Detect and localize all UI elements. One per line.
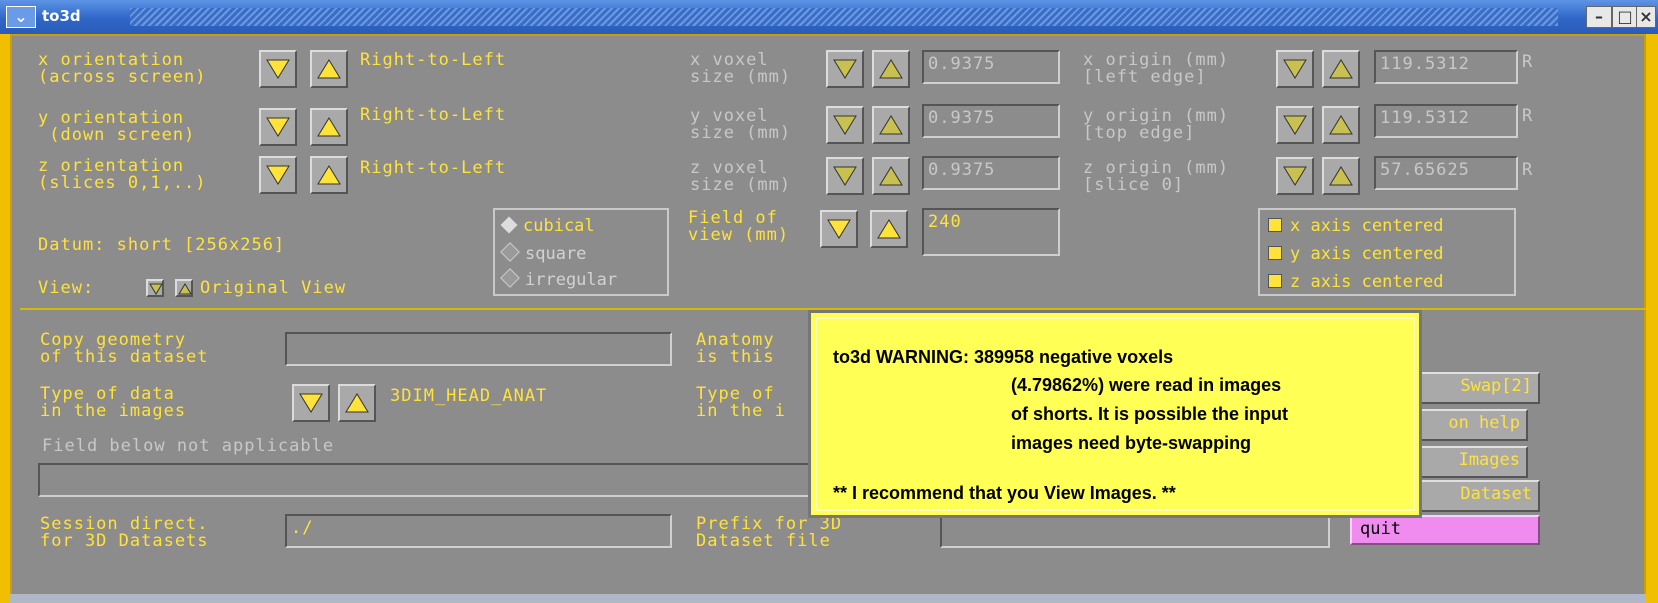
axis-centered-group: x axis centered y axis centered z axis c… [1258, 208, 1516, 296]
fov-label: Field of view (mm) [688, 208, 790, 245]
type-of-data-down-button[interactable] [292, 384, 330, 422]
warning-line-3: of shorts. It is possible the input [1011, 404, 1289, 424]
view-label: View: [38, 278, 95, 298]
z-origin-label: z origin (mm) [slice 0] [1083, 158, 1230, 195]
z-axis-centered-checkbox[interactable]: z axis centered [1268, 272, 1444, 292]
z-orientation-up-button[interactable] [310, 156, 348, 194]
warning-popup[interactable]: to3d WARNING: 389958 negative voxels (4.… [808, 310, 1422, 518]
warning-recommendation: ** I recommend that you View Images. ** [833, 483, 1176, 503]
x-origin-field[interactable]: 119.5312 [1374, 50, 1518, 84]
y-origin-down-button[interactable] [1276, 106, 1314, 144]
radio-irregular[interactable]: irregular [500, 268, 617, 290]
y-orientation-value: Right-to-Left [360, 105, 507, 125]
z-orientation-down-button[interactable] [259, 156, 297, 194]
x-voxel-up-button[interactable] [872, 50, 910, 88]
to3d-window: ⌄ to3d – □ × x orientation (across scree… [0, 0, 1658, 603]
fov-up-button[interactable] [870, 210, 908, 248]
datum-label: Datum: short [256x256] [38, 235, 286, 255]
bottom-bar [10, 594, 1646, 603]
y-voxel-label: y voxel size (mm) [690, 106, 792, 143]
y-origin-dir: R [1522, 106, 1534, 126]
checkbox-checked-icon [1268, 218, 1282, 232]
checkbox-checked-icon [1268, 246, 1282, 260]
copy-geometry-label: Copy geometry of this dataset [40, 330, 209, 367]
x-origin-down-button[interactable] [1276, 50, 1314, 88]
anatomy-label: Anatomy is this [696, 330, 775, 367]
radio-unselected-icon [500, 268, 520, 288]
prefix-field[interactable] [940, 514, 1330, 548]
radio-unselected-icon [500, 242, 520, 262]
fov-down-button[interactable] [820, 210, 858, 248]
session-label: Session direct. for 3D Datasets [40, 514, 209, 551]
y-origin-up-button[interactable] [1322, 106, 1360, 144]
close-icon[interactable]: × [1636, 6, 1656, 28]
type-of-data-label: Type of data in the images [40, 384, 187, 421]
voxel-shape-radio-group: cubical square irregular [493, 208, 669, 296]
y-voxel-field[interactable]: 0.9375 [922, 104, 1060, 138]
warning-line-2: (4.79862%) were read in images [1011, 375, 1282, 395]
fov-field[interactable]: 240 [922, 208, 1060, 256]
x-axis-centered-checkbox[interactable]: x axis centered [1268, 216, 1444, 236]
warning-line-4: images need byte-swapping [1011, 433, 1252, 453]
y-orientation-up-button[interactable] [310, 108, 348, 146]
x-origin-dir: R [1522, 52, 1534, 72]
field-not-applicable-note: Field below not applicable [42, 436, 335, 456]
warning-line-1: to3d WARNING: 389958 negative voxels [833, 347, 1174, 367]
y-axis-centered-checkbox[interactable]: y axis centered [1268, 244, 1444, 264]
z-voxel-down-button[interactable] [826, 157, 864, 195]
radio-square[interactable]: square [500, 242, 586, 264]
y-orientation-down-button[interactable] [259, 108, 297, 146]
z-origin-up-button[interactable] [1322, 157, 1360, 195]
x-voxel-field[interactable]: 0.9375 [922, 50, 1060, 84]
x-orientation-label: x orientation (across screen) [38, 50, 207, 87]
y-origin-label: y origin (mm) [top edge] [1083, 106, 1230, 143]
z-origin-down-button[interactable] [1276, 157, 1314, 195]
session-field[interactable]: ./ [285, 514, 672, 548]
checkbox-checked-icon [1268, 274, 1282, 288]
z-voxel-up-button[interactable] [872, 157, 910, 195]
quit-button[interactable]: quit [1350, 515, 1540, 545]
title-bar-texture [130, 8, 1558, 26]
z-voxel-field[interactable]: 0.9375 [922, 156, 1060, 190]
x-voxel-down-button[interactable] [826, 50, 864, 88]
z-orientation-value: Right-to-Left [360, 158, 507, 178]
x-origin-label: x origin (mm) [left edge] [1083, 50, 1230, 87]
maximize-icon[interactable]: □ [1612, 6, 1638, 28]
copy-geometry-field[interactable] [285, 332, 672, 366]
x-orientation-down-button[interactable] [259, 50, 297, 88]
x-voxel-label: x voxel size (mm) [690, 50, 792, 87]
radio-cubical[interactable]: cubical [500, 216, 595, 236]
minimize-icon[interactable]: – [1586, 6, 1612, 28]
radio-selected-icon [500, 216, 518, 234]
type-of-data-up-button[interactable] [338, 384, 376, 422]
z-origin-field[interactable]: 57.65625 [1374, 156, 1518, 190]
prefix-label: Prefix for 3D Dataset file [696, 514, 843, 551]
z-orientation-label: z orientation (slices 0,1,..) [38, 156, 207, 193]
not-applicable-field[interactable] [38, 463, 828, 497]
view-down-button[interactable] [146, 279, 164, 297]
chevron-down-icon[interactable]: ⌄ [6, 6, 36, 28]
y-orientation-label: y orientation (down screen) [38, 108, 196, 145]
view-up-button[interactable] [175, 279, 193, 297]
y-voxel-down-button[interactable] [826, 106, 864, 144]
x-orientation-up-button[interactable] [310, 50, 348, 88]
y-voxel-up-button[interactable] [872, 106, 910, 144]
y-origin-field[interactable]: 119.5312 [1374, 104, 1518, 138]
view-value: Original View [200, 278, 347, 298]
type-of-data-value: 3DIM_HEAD_ANAT [390, 386, 548, 406]
window-title: to3d [42, 7, 81, 25]
type-of-func-label: Type of in the i [696, 384, 786, 421]
x-orientation-value: Right-to-Left [360, 50, 507, 70]
z-voxel-label: z voxel size (mm) [690, 158, 792, 195]
x-origin-up-button[interactable] [1322, 50, 1360, 88]
title-bar[interactable]: ⌄ to3d – □ × [0, 0, 1658, 34]
z-origin-dir: R [1522, 160, 1534, 180]
